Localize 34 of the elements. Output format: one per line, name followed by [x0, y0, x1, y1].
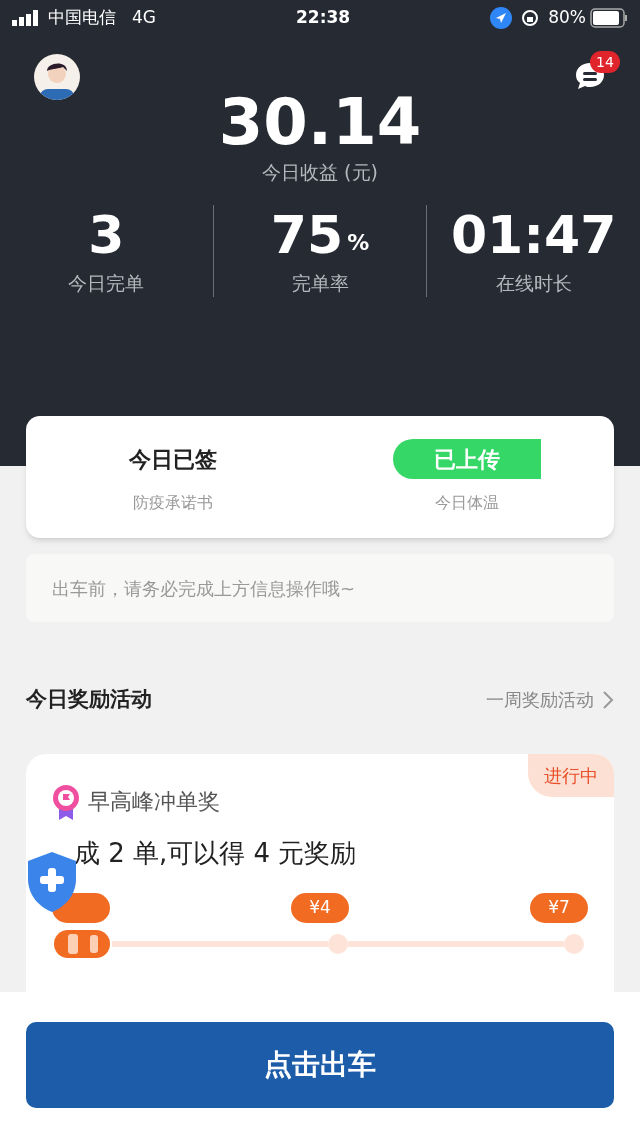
earnings-label: 今日收益 (元) [262, 160, 378, 185]
signed-status: 今日已签 [129, 445, 217, 474]
stat-value: 01:47 [450, 204, 617, 265]
stat-label: 今日完单 [68, 270, 145, 296]
notice-text: 出车前，请务必完成上方信息操作哦~ [52, 576, 356, 601]
earnings-amount: 30.14 [218, 86, 422, 158]
stat-label: 在线时长 [495, 270, 572, 296]
weekly-rewards-link[interactable]: 一周奖励活动 [486, 686, 594, 714]
rotation-lock-icon [520, 8, 541, 28]
network-type: 4G [132, 6, 156, 30]
clock: 22:38 [296, 6, 351, 30]
milestone-bubble: ¥4 [291, 892, 349, 923]
status-tag: 进行中 [528, 753, 614, 797]
stat-value: 3 [88, 204, 125, 265]
battery-percent: 80% [548, 6, 586, 30]
location-icon [490, 7, 513, 29]
signal-icon [12, 10, 40, 26]
stat-unit: % [347, 228, 370, 257]
chevron-right-icon [602, 689, 614, 710]
stat-label: 完单率 [291, 270, 349, 296]
milestone-bubble: ¥7 [530, 892, 588, 923]
check-label: 今日体温 [435, 492, 499, 514]
avatar[interactable] [34, 54, 80, 100]
start-driving-button[interactable]: 点击出车 [26, 1022, 614, 1108]
stat-value: 75 [270, 204, 344, 265]
unread-badge: 14 [590, 51, 620, 73]
medal-icon [52, 783, 80, 820]
reward-name: 早高峰冲单奖 [88, 788, 220, 816]
section-title: 今日奖励活动 [26, 686, 152, 713]
uploaded-button[interactable]: 已上传 [393, 439, 541, 479]
reward-goal: 成 2 单,可以得 4 元奖励 [74, 836, 358, 870]
check-label: 防疫承诺书 [133, 492, 213, 514]
carrier-name: 中国电信 [48, 6, 116, 30]
battery-icon [590, 8, 628, 28]
